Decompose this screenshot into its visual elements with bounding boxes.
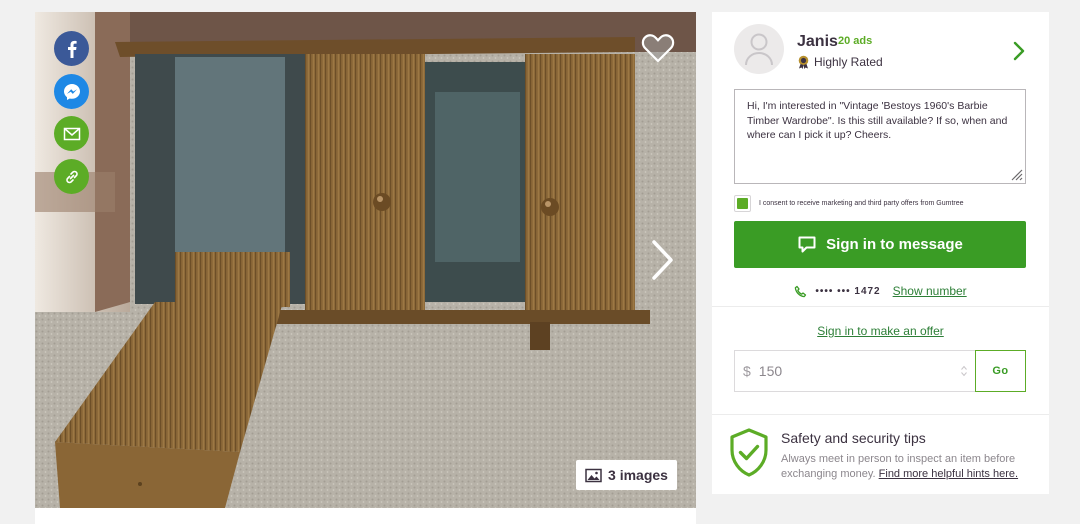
messenger-icon bbox=[63, 83, 80, 100]
safety-hints-link[interactable]: Find more helpful hints here. bbox=[879, 468, 1018, 480]
safety-tips: Safety and security tips Always meet in … bbox=[712, 414, 1049, 494]
contact-panel: Janis 20 ads Highly Rated Hi, I'm intere… bbox=[712, 12, 1049, 494]
currency-symbol: $ bbox=[743, 363, 751, 379]
consent-checkbox[interactable] bbox=[734, 195, 751, 212]
shield-check-icon bbox=[730, 428, 768, 477]
make-offer-row: Sign in to make an offer bbox=[712, 322, 1049, 340]
email-share-button[interactable] bbox=[54, 116, 89, 151]
phone-number-row: •••• ••• 1472 Show number bbox=[712, 284, 1049, 298]
offer-amount-value: 150 bbox=[758, 363, 783, 379]
phone-icon bbox=[795, 285, 807, 297]
image-count-button[interactable]: 3 images bbox=[576, 460, 677, 490]
image-gallery[interactable]: 3 images bbox=[35, 12, 696, 508]
sign-in-to-message-label: Sign in to message bbox=[826, 236, 963, 253]
chat-bubble-icon bbox=[798, 236, 816, 253]
checkbox-checked-mark bbox=[737, 198, 748, 209]
number-stepper-icon[interactable] bbox=[961, 365, 967, 377]
gallery-footer bbox=[35, 508, 696, 524]
chevron-right-icon[interactable] bbox=[1012, 40, 1026, 62]
seller-name: Janis bbox=[797, 33, 838, 50]
seller-profile-link[interactable]: Janis 20 ads Highly Rated bbox=[734, 24, 1034, 84]
images-icon bbox=[585, 468, 602, 482]
marketing-consent: I consent to receive marketing and third… bbox=[734, 195, 964, 212]
facebook-share-button[interactable] bbox=[54, 31, 89, 66]
seller-rating: Highly Rated bbox=[797, 55, 883, 69]
copy-link-button[interactable] bbox=[54, 159, 89, 194]
messenger-share-button[interactable] bbox=[54, 74, 89, 109]
show-number-link[interactable]: Show number bbox=[893, 284, 967, 298]
rating-badge-icon bbox=[798, 55, 809, 69]
favourite-heart-icon[interactable] bbox=[641, 32, 675, 64]
seller-ads-count[interactable]: 20 ads bbox=[838, 35, 872, 47]
submit-offer-button[interactable]: Go bbox=[975, 350, 1026, 392]
image-count-label: 3 images bbox=[608, 467, 668, 483]
link-icon bbox=[65, 170, 78, 183]
safety-title: Safety and security tips bbox=[781, 430, 926, 446]
user-placeholder-icon bbox=[745, 33, 773, 66]
envelope-icon bbox=[63, 127, 80, 140]
facebook-icon bbox=[67, 40, 77, 58]
sign-in-to-message-button[interactable]: Sign in to message bbox=[734, 221, 1026, 268]
next-image-chevron-icon[interactable] bbox=[647, 236, 677, 284]
divider bbox=[712, 306, 1049, 307]
safety-description: Always meet in person to inspect an item… bbox=[781, 452, 1041, 482]
message-textarea[interactable]: Hi, I'm interested in "Vintage 'Bestoys … bbox=[734, 89, 1026, 184]
seller-rating-label: Highly Rated bbox=[814, 55, 883, 69]
avatar bbox=[734, 24, 784, 74]
consent-label: I consent to receive marketing and third… bbox=[759, 200, 964, 207]
masked-phone-number: •••• ••• 1472 bbox=[815, 285, 881, 297]
resize-grip-icon[interactable] bbox=[1010, 168, 1023, 181]
listing-photo[interactable] bbox=[35, 12, 696, 508]
sign-in-to-make-offer-link[interactable]: Sign in to make an offer bbox=[817, 324, 944, 338]
offer-amount-input[interactable]: $ 150 bbox=[734, 350, 976, 392]
